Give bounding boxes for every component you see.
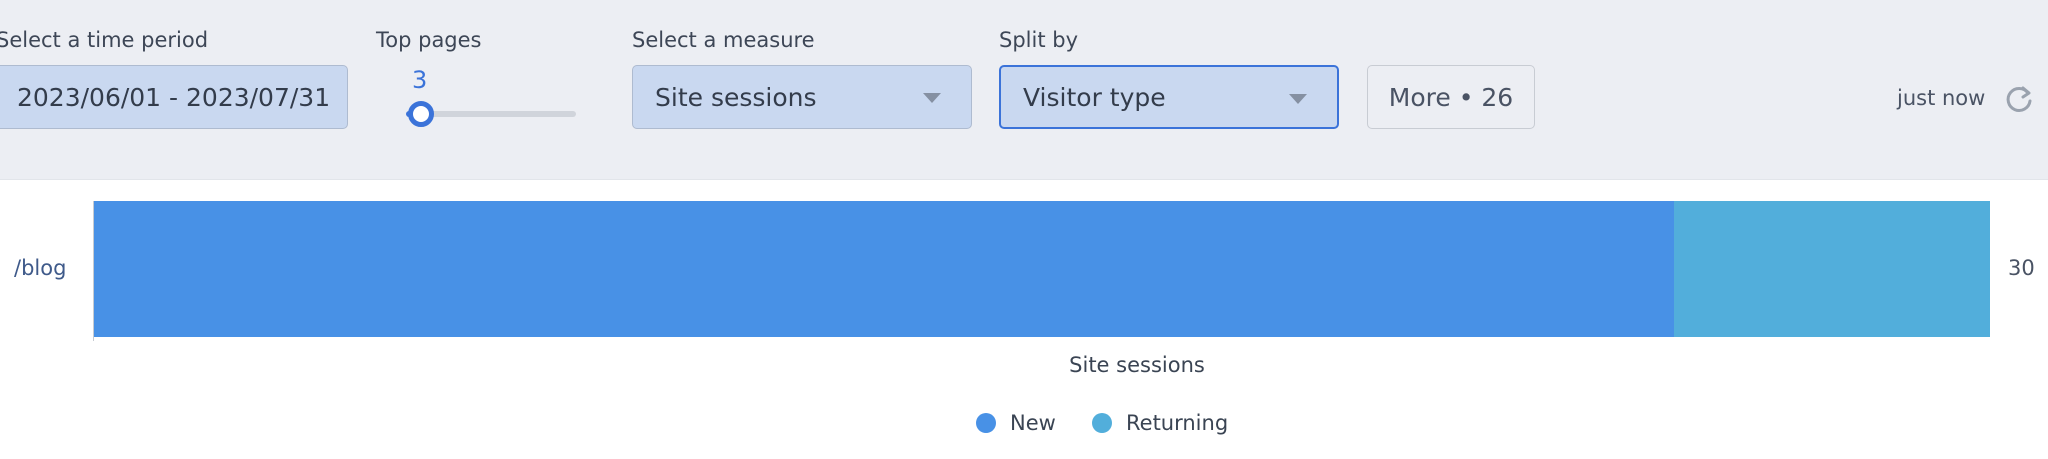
top-pages-value: 3 xyxy=(412,66,428,94)
time-period-value: 2023/06/01 - 2023/07/31 xyxy=(17,82,331,112)
bar-segment-returning[interactable] xyxy=(1674,201,1990,337)
top-pages-slider-thumb[interactable] xyxy=(408,101,434,127)
legend-item[interactable]: Returning xyxy=(1092,411,1228,435)
top-pages-slider-track[interactable] xyxy=(418,111,576,117)
bar-segment-new[interactable] xyxy=(94,201,1674,337)
chevron-down-icon xyxy=(1289,94,1307,104)
legend-label: Returning xyxy=(1126,411,1229,435)
split-by-label: Split by xyxy=(999,28,1078,52)
time-period-picker[interactable]: 2023/06/01 - 2023/07/31 xyxy=(0,65,348,129)
legend-swatch xyxy=(1092,413,1112,433)
category-label[interactable]: /blog xyxy=(14,256,66,280)
legend-item[interactable]: New xyxy=(976,411,1056,435)
last-updated-text: just now xyxy=(1897,86,1986,110)
refresh-icon[interactable] xyxy=(2004,84,2034,114)
x-axis-title: Site sessions xyxy=(1069,353,1205,377)
measure-label: Select a measure xyxy=(632,28,815,52)
chevron-down-icon xyxy=(923,93,941,103)
split-by-select[interactable]: Visitor type xyxy=(999,65,1339,129)
toolbar: Select a time period 2023/06/01 - 2023/0… xyxy=(0,0,2048,180)
measure-select[interactable]: Site sessions xyxy=(632,65,972,129)
split-by-value: Visitor type xyxy=(1023,82,1166,112)
top-pages-label: Top pages xyxy=(376,28,482,52)
time-period-label: Select a time period xyxy=(0,28,209,52)
bar-total-label: 30 xyxy=(2008,256,2035,280)
legend-swatch xyxy=(976,413,996,433)
measure-value: Site sessions xyxy=(655,82,817,112)
more-button[interactable]: More • 26 xyxy=(1367,65,1535,129)
legend-label: New xyxy=(1010,411,1056,435)
